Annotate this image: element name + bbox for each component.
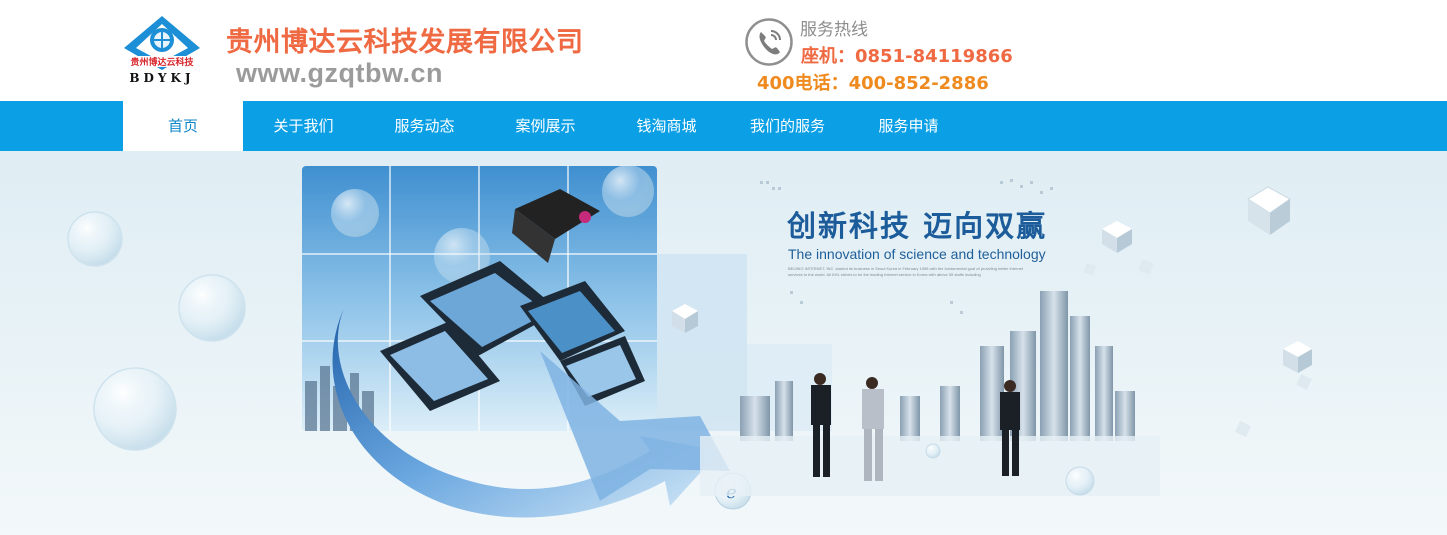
hotline-label: 服务热线 [800, 20, 868, 40]
company-name: 贵州博达云科技发展有限公司 [226, 27, 584, 58]
company-logo[interactable]: 贵州博达云科技 BDYKJ [122, 12, 202, 86]
nav-item-apply[interactable]: 服务申请 [848, 101, 969, 151]
banner-title: 创新科技 迈向双赢 [787, 209, 1048, 243]
nav-item-about[interactable]: 关于我们 [243, 101, 364, 151]
nav-item-news[interactable]: 服务动态 [364, 101, 485, 151]
site-header: 贵州博达云科技 BDYKJ 贵州博达云科技发展有限公司 www.gzqtbw.c… [0, 0, 1447, 101]
company-url[interactable]: www.gzqtbw.cn [236, 58, 443, 89]
main-nav: 首页 关于我们 服务动态 案例展示 钱淘商城 我们的服务 服务申请 [0, 101, 1447, 151]
hotline-400-number[interactable]: 400电话：400-852-2886 [757, 69, 989, 95]
banner-artwork: e [67, 165, 1312, 518]
banner-subtitle: The innovation of science and technology [788, 246, 1046, 262]
banner-fine-print: BEIJING INTERNET, INC. started its busin… [788, 266, 1024, 277]
phone-icon [744, 17, 794, 67]
nav-item-mall[interactable]: 钱淘商城 [606, 101, 727, 151]
bubble-group-left [67, 211, 246, 451]
nav-item-services[interactable]: 我们的服务 [727, 101, 848, 151]
landline-number[interactable]: 座机：0851-84119866 [801, 42, 1013, 68]
nav-item-cases[interactable]: 案例展示 [485, 101, 606, 151]
logo-text: BDYKJ [129, 71, 195, 85]
hero-banner[interactable]: e [0, 151, 1447, 535]
svg-text:贵州博达云科技: 贵州博达云科技 [130, 56, 194, 68]
nav-item-home[interactable]: 首页 [123, 101, 243, 151]
